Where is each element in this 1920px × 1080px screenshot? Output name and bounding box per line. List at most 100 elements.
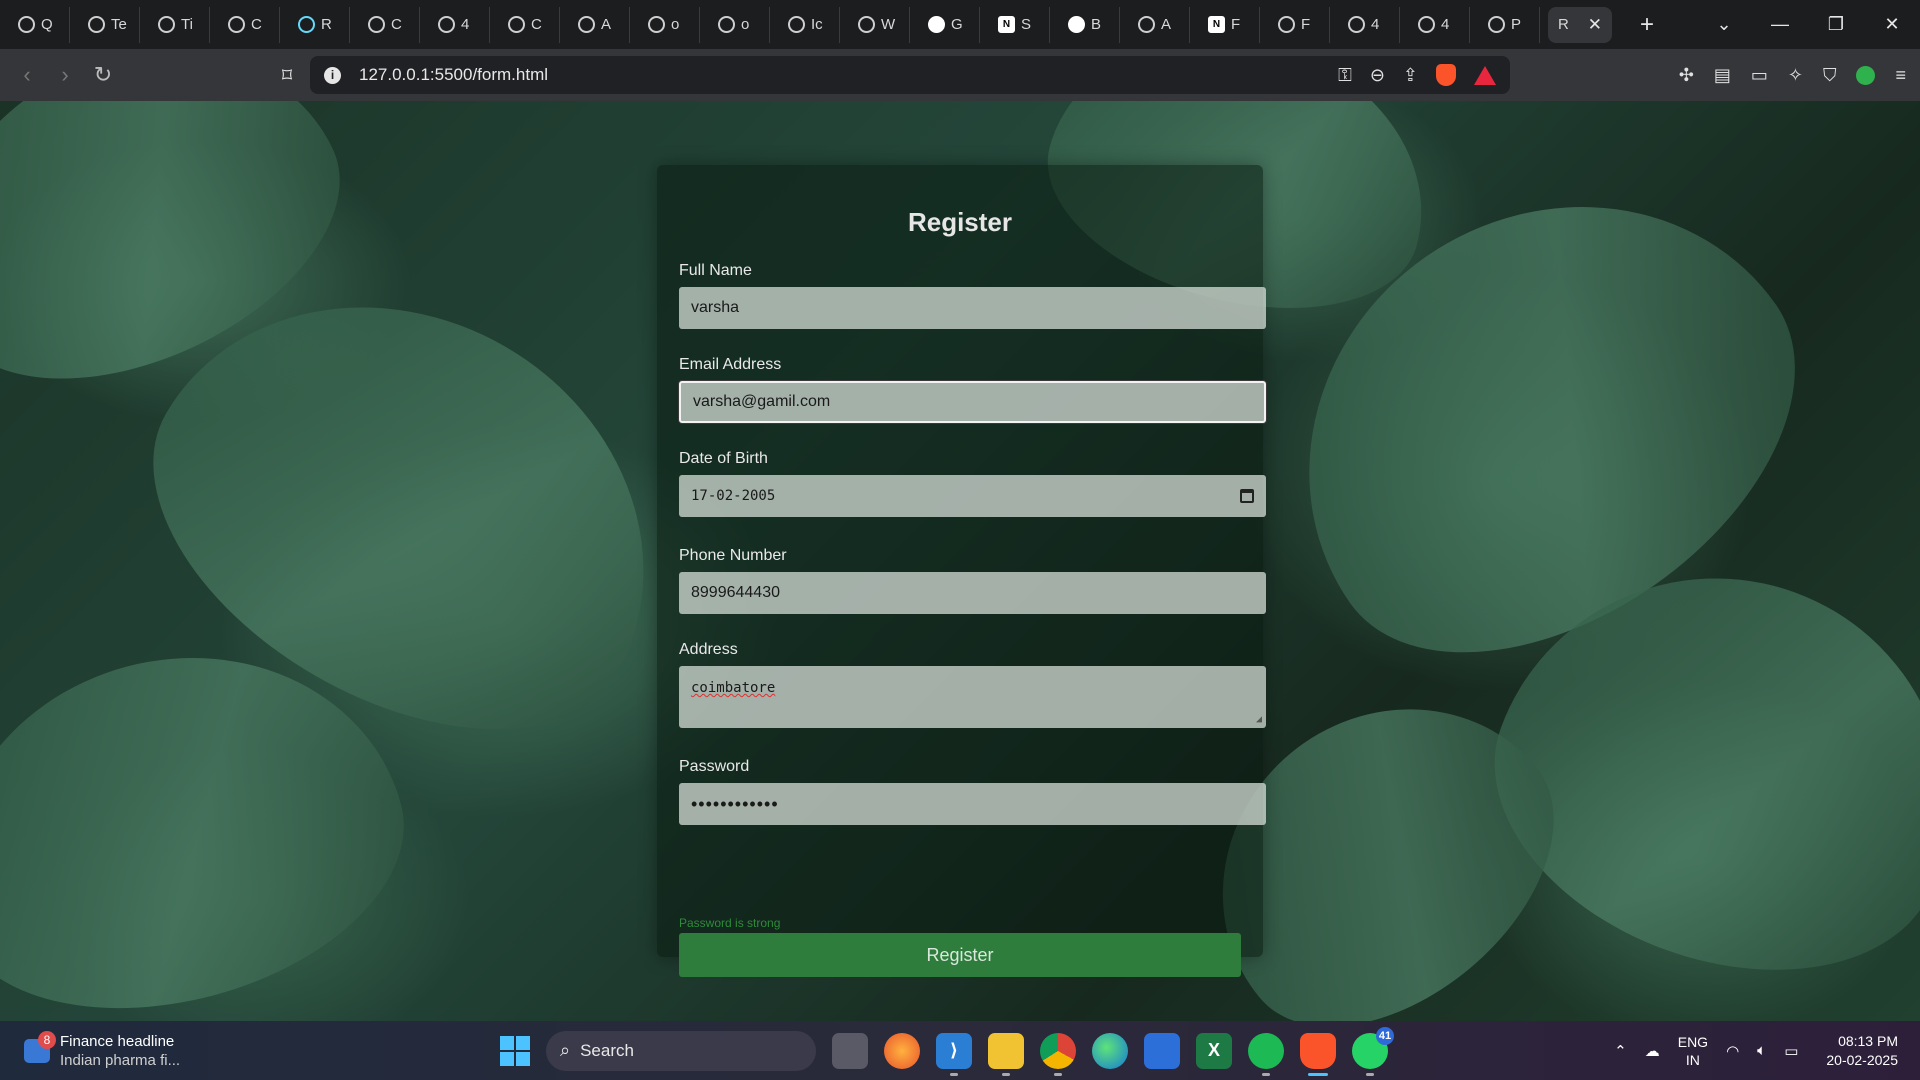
browser-tab[interactable]: R <box>288 6 350 43</box>
show-hidden-icons-chevron-icon[interactable]: ⌃ <box>1614 1042 1627 1060</box>
browser-tab[interactable]: C <box>498 6 560 43</box>
browser-tab[interactable]: G <box>918 6 980 43</box>
news-widget[interactable]: 8 Finance headline Indian pharma fi... <box>24 1030 181 1070</box>
full-name-label: Full Name <box>679 262 752 279</box>
phone-value: 8999644430 <box>691 584 780 601</box>
globe-icon <box>578 16 595 33</box>
battery-icon[interactable]: ▭ <box>1784 1042 1798 1060</box>
sidebar-icon[interactable]: ▤ <box>1714 65 1731 86</box>
minimize-icon[interactable]: — <box>1752 14 1808 35</box>
react-icon <box>298 16 315 33</box>
site-info-icon[interactable]: i <box>324 66 341 84</box>
wallet-icon[interactable]: ▭ <box>1751 65 1768 86</box>
browser-tab[interactable]: F <box>1268 6 1330 43</box>
profile-avatar-icon[interactable] <box>1856 65 1876 85</box>
clock[interactable]: 08:13 PM 20-02-2025 <box>1826 1032 1898 1070</box>
tab-search-chevron-icon[interactable]: ⌄ <box>1696 14 1752 35</box>
browser-tab[interactable]: C <box>358 6 420 43</box>
browser-tab[interactable]: NS <box>988 6 1050 43</box>
address-textarea[interactable]: coimbatore ◢ <box>679 666 1266 728</box>
browser-tab[interactable]: Te <box>78 6 140 43</box>
email-input[interactable]: varsha@gamil.com <box>679 381 1266 423</box>
register-button[interactable]: Register <box>679 933 1241 977</box>
vscode-icon[interactable]: ⟩ <box>936 1032 972 1076</box>
language-indicator[interactable]: ENG IN <box>1678 1033 1708 1069</box>
full-name-input[interactable]: varsha <box>679 287 1266 329</box>
github-icon <box>1068 16 1085 33</box>
browser-tab[interactable]: C <box>218 6 280 43</box>
lang-code: ENG <box>1677 1033 1709 1050</box>
widget-subtitle: Indian pharma fi... <box>60 1051 181 1069</box>
leo-ai-icon[interactable]: ✧ <box>1788 65 1803 86</box>
forward-arrow-icon[interactable]: › <box>46 62 84 88</box>
key-icon[interactable]: ⚿ <box>1338 65 1352 86</box>
back-arrow-icon[interactable]: ‹ <box>8 62 46 88</box>
browser-tab[interactable]: Ic <box>778 6 840 43</box>
browser-tab[interactable]: 4 <box>1338 6 1400 43</box>
brave-icon[interactable] <box>1300 1032 1336 1076</box>
phone-input[interactable]: 8999644430 <box>679 572 1266 614</box>
reload-icon[interactable]: ↻ <box>84 62 122 88</box>
password-value: •••••••••••• <box>691 793 779 814</box>
globe-icon <box>858 16 875 33</box>
browser-tab[interactable]: A <box>1128 6 1190 43</box>
new-tab-button[interactable]: + <box>1640 11 1654 39</box>
menu-icon[interactable]: ≡ <box>1895 65 1906 86</box>
window-controls: ⌄ — ❐ ✕ <box>1696 0 1920 49</box>
dob-input[interactable]: 17-02-2005 <box>679 475 1266 517</box>
browser-tab[interactable]: Q <box>8 6 70 43</box>
spotify-icon[interactable] <box>1248 1032 1284 1076</box>
browser-tab[interactable]: P <box>1478 6 1540 43</box>
globe-icon <box>18 16 35 33</box>
calendar-icon[interactable] <box>1240 489 1254 503</box>
zoom-out-icon[interactable]: ⊖ <box>1370 65 1385 86</box>
whatsapp-icon[interactable]: 41 <box>1352 1026 1394 1076</box>
file-explorer-icon[interactable] <box>988 1032 1024 1076</box>
share-icon[interactable]: ⇪ <box>1403 65 1418 86</box>
excel-icon[interactable]: X <box>1196 1032 1232 1069</box>
globe-icon <box>158 16 175 33</box>
close-window-icon[interactable]: ✕ <box>1864 14 1920 35</box>
bookmark-icon[interactable]: ⌑ <box>272 63 302 88</box>
resize-handle-icon[interactable]: ◢ <box>1256 714 1262 725</box>
browser-tab[interactable]: B <box>1058 6 1120 43</box>
password-input[interactable]: •••••••••••• <box>679 783 1266 825</box>
firefox-icon[interactable] <box>884 1032 920 1069</box>
brave-shields-icon[interactable] <box>1436 64 1456 86</box>
wifi-icon[interactable]: ◠ <box>1726 1042 1739 1060</box>
onedrive-cloud-icon[interactable]: ☁ <box>1645 1042 1660 1060</box>
browser-tab[interactable]: 4 <box>1408 6 1470 43</box>
browser-tab[interactable]: NF <box>1198 6 1260 43</box>
notion-icon: N <box>998 16 1015 33</box>
restore-icon[interactable]: ❐ <box>1808 14 1864 35</box>
start-windows-icon[interactable] <box>500 1035 530 1066</box>
browser-tab[interactable]: A <box>568 6 630 43</box>
chrome-icon[interactable] <box>1040 1032 1076 1076</box>
brave-rewards-icon[interactable] <box>1474 65 1496 85</box>
browser-tab[interactable]: o <box>708 6 770 43</box>
close-tab-icon[interactable]: ✕ <box>1588 15 1602 35</box>
taskbar-search[interactable]: ⌕ Search <box>546 1030 816 1071</box>
tab-label: C <box>391 16 402 33</box>
widget-title: Finance headline <box>60 1032 175 1050</box>
browser-tab[interactable]: W <box>848 6 910 43</box>
address-bar[interactable]: i 127.0.0.1:5500/form.html ⚿ ⊖ ⇪ <box>310 56 1510 94</box>
globe-icon <box>718 16 735 33</box>
url-text[interactable]: 127.0.0.1:5500/form.html <box>359 65 1338 85</box>
edge-icon[interactable] <box>1092 1032 1128 1069</box>
tab-label: P <box>1511 16 1522 33</box>
clock-time: 08:13 PM <box>1838 1032 1898 1049</box>
windows-taskbar: 8 Finance headline Indian pharma fi... ⌕… <box>0 1021 1920 1080</box>
volume-icon[interactable]: 🔈︎ <box>1757 1042 1766 1059</box>
extensions-puzzle-icon[interactable]: ✣ <box>1679 65 1694 86</box>
task-view-icon[interactable] <box>832 1032 868 1069</box>
active-tab[interactable]: R ✕ <box>1548 6 1612 43</box>
browser-tab[interactable]: Ti <box>148 6 210 43</box>
browser-tab-strip: Q Te Ti C R C 4 C Ao o Ic W G N S B A N F F 4 4 P R ✕ + ⌄ — ❐ … <box>0 0 1920 49</box>
microsoft-store-icon[interactable] <box>1144 1032 1180 1069</box>
globe-icon <box>228 16 245 33</box>
browser-tab[interactable]: o <box>638 6 700 43</box>
browser-tab[interactable]: 4 <box>428 6 490 43</box>
vpn-shield-icon[interactable]: ⛉ <box>1823 65 1837 86</box>
tab-label: Te <box>111 16 127 33</box>
